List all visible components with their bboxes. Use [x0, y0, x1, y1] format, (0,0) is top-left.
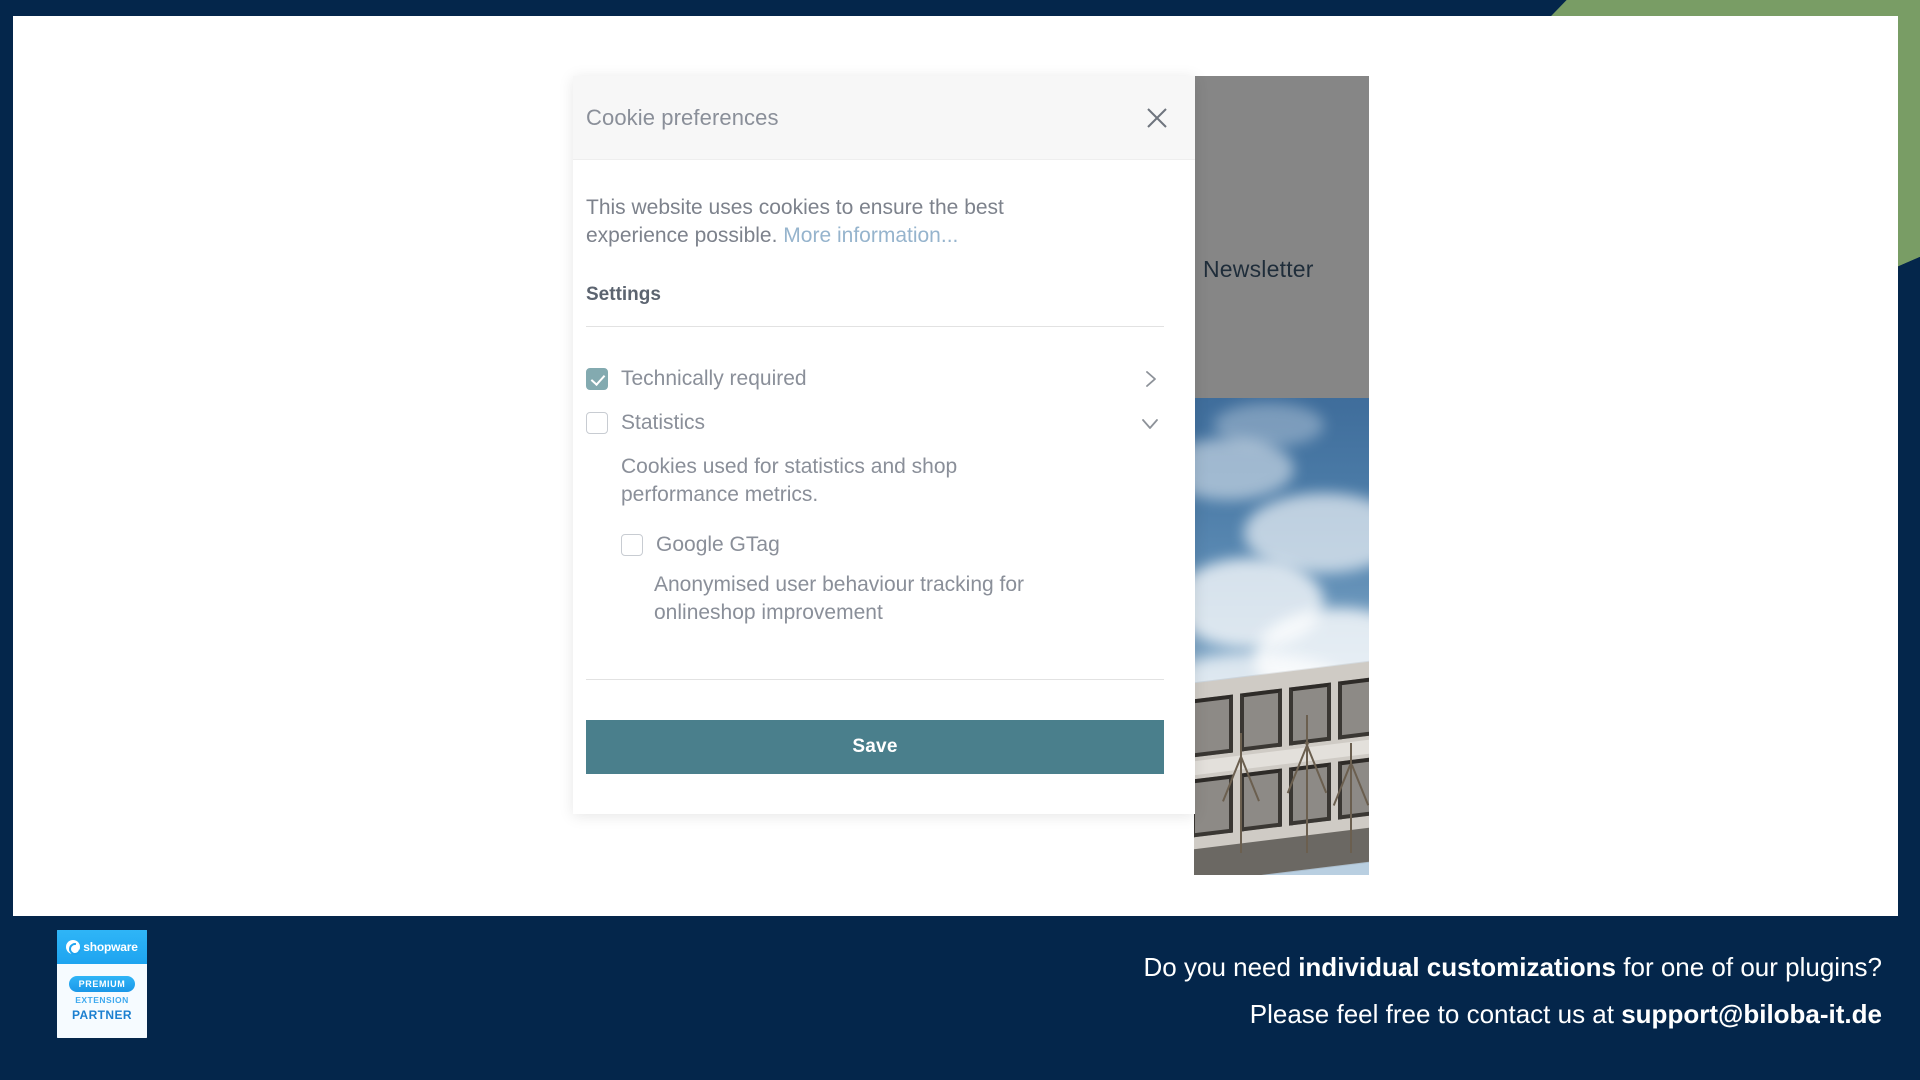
badge-extension-label: EXTENSION: [75, 995, 129, 1005]
window: [1338, 756, 1369, 820]
subitem-description-google-gtag: Anonymised user behaviour tracking for o…: [654, 572, 1025, 624]
footer-line-1: Do you need individual customizations fo…: [1144, 944, 1882, 991]
building-shape: [1194, 660, 1369, 875]
checkbox-technically-required[interactable]: [586, 367, 608, 390]
close-icon[interactable]: [1141, 102, 1173, 134]
more-information-link[interactable]: More information...: [783, 224, 958, 247]
modal-title: Cookie preferences: [586, 104, 779, 130]
tree-shape: [1306, 715, 1308, 853]
badge-body: PREMIUM EXTENSION PARTNER: [57, 964, 147, 1038]
window: [1240, 688, 1282, 752]
checkbox-statistics[interactable]: [586, 411, 608, 434]
category-row-technically-required[interactable]: Technically required: [586, 365, 1164, 393]
footer-line-1-bold: individual customizations: [1298, 952, 1617, 982]
save-button[interactable]: Save: [586, 719, 1164, 774]
site-footer: shopware PREMIUM EXTENSION PARTNER Do yo…: [0, 916, 1920, 1080]
intro-text: This website uses cookies to ensure the …: [586, 194, 1066, 250]
newsletter-panel: [1194, 76, 1369, 406]
category-label: Statistics: [621, 410, 706, 434]
modal-header: Cookie preferences: [573, 76, 1195, 160]
footer-line-2: Please feel free to contact us at suppor…: [1144, 991, 1882, 1038]
badge-partner-label: PARTNER: [72, 1008, 132, 1022]
window: [1289, 682, 1331, 746]
window: [1194, 694, 1233, 758]
subitem-row-google-gtag[interactable]: Google GTag: [621, 533, 1173, 557]
cloud-shape: [1194, 438, 1294, 500]
newsletter-heading: Newsletter: [1203, 256, 1314, 282]
badge-premium-pill: PREMIUM: [68, 976, 136, 992]
window: [1240, 768, 1282, 832]
divider-top: [586, 325, 1164, 327]
chevron-down-icon[interactable]: [1136, 409, 1164, 437]
category-label: Technically required: [621, 366, 807, 390]
window: [1338, 676, 1369, 740]
tree-shape: [1350, 743, 1352, 853]
footer-email-link[interactable]: support@biloba-it.de: [1621, 999, 1882, 1029]
footer-line-1-pre: Do you need: [1143, 952, 1299, 982]
shopware-premium-partner-badge[interactable]: shopware PREMIUM EXTENSION PARTNER: [57, 930, 147, 1038]
accent-green-side: [1897, 0, 1920, 267]
footer-line-1-post: for one of our plugins?: [1616, 952, 1882, 982]
building-photo: [1194, 398, 1369, 875]
footer-contact-block: Do you need individual customizations fo…: [1144, 944, 1882, 1038]
cookie-preferences-modal: Cookie preferences This website uses coo…: [573, 76, 1195, 814]
tree-shape: [1240, 733, 1242, 853]
category-description-statistics: Cookies used for statistics and shop per…: [621, 454, 958, 506]
content-card: Newsletter Cookie preferences This websi…: [13, 16, 1898, 916]
subitem-label: Google GTag: [656, 532, 780, 556]
window: [1194, 774, 1233, 838]
chevron-right-icon[interactable]: [1136, 365, 1164, 393]
page-root: Newsletter Cookie preferences This websi…: [0, 0, 1920, 1080]
shopware-logo-icon: [66, 940, 81, 954]
modal-body: This website uses cookies to ensure the …: [573, 160, 1195, 680]
checkbox-google-gtag[interactable]: [621, 533, 643, 556]
settings-heading: Settings: [586, 283, 661, 305]
accent-green-top: [1551, 0, 1920, 16]
badge-header: shopware: [57, 930, 147, 964]
shopware-wordmark: shopware: [83, 940, 138, 954]
cookie-category-list: Technically required Statistics Cookies …: [586, 365, 1173, 627]
category-row-statistics[interactable]: Statistics: [586, 409, 1164, 437]
modal-footer: Save: [573, 680, 1195, 814]
footer-line-2-pre: Please feel free to contact us at: [1249, 998, 1622, 1029]
